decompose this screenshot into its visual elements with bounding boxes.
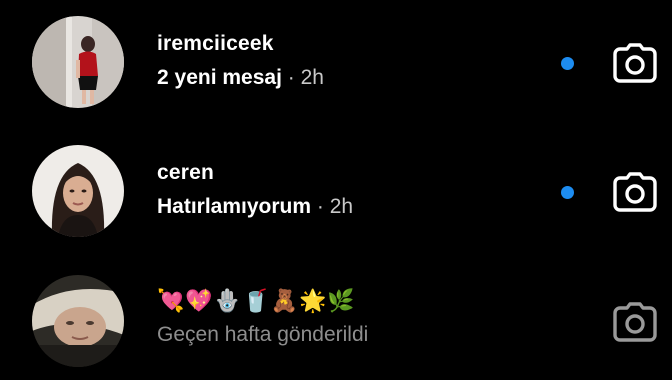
profile-photo-icon: [32, 145, 124, 237]
unread-dot-icon: [561, 186, 574, 199]
thread-row-ceren[interactable]: ceren Hatırlamıyorum · 2h: [0, 132, 672, 250]
thread-row-iremciiceek[interactable]: iremciiceek 2 yeni mesaj · 2h: [0, 3, 672, 121]
camera-icon[interactable]: [612, 302, 658, 342]
thread-emoji-message: 💘💖🪬🥤🧸🌟🌿: [157, 288, 356, 313]
thread-username: iremciiceek: [157, 32, 274, 55]
camera-icon[interactable]: [612, 43, 658, 83]
avatar[interactable]: [32, 145, 124, 237]
thread-separator: ·: [287, 66, 295, 89]
thread-row-group[interactable]: 💘💖🪬🥤🧸🌟🌿 Geçen hafta gönderildi: [0, 262, 672, 380]
thread-preview: Hatırlamıyorum · 2h: [157, 194, 353, 220]
avatar[interactable]: [32, 16, 124, 108]
thread-time: 2h: [329, 195, 354, 218]
thread-message: Hatırlamıyorum: [157, 195, 312, 218]
thread-username: ceren: [157, 161, 215, 184]
thread-message: 2 yeni mesaj: [157, 66, 282, 89]
profile-photo-icon: [32, 16, 124, 108]
thread-texts: iremciiceek 2 yeni mesaj · 2h: [157, 31, 324, 91]
thread-status: Geçen hafta gönderildi: [157, 323, 369, 346]
unread-dot-icon: [561, 57, 574, 70]
thread-texts: ceren Hatırlamıyorum · 2h: [157, 160, 353, 220]
thread-preview: 2 yeni mesaj · 2h: [157, 65, 324, 91]
camera-icon[interactable]: [612, 172, 658, 212]
thread-time: 2h: [300, 66, 324, 89]
thread-texts: 💘💖🪬🥤🧸🌟🌿 Geçen hafta gönderildi: [157, 286, 368, 348]
thread-separator: ·: [316, 195, 324, 218]
avatar[interactable]: [32, 275, 124, 367]
profile-photo-icon: [32, 275, 124, 367]
direct-messages-list: iremciiceek 2 yeni mesaj · 2h ceren Hatı…: [0, 0, 672, 378]
